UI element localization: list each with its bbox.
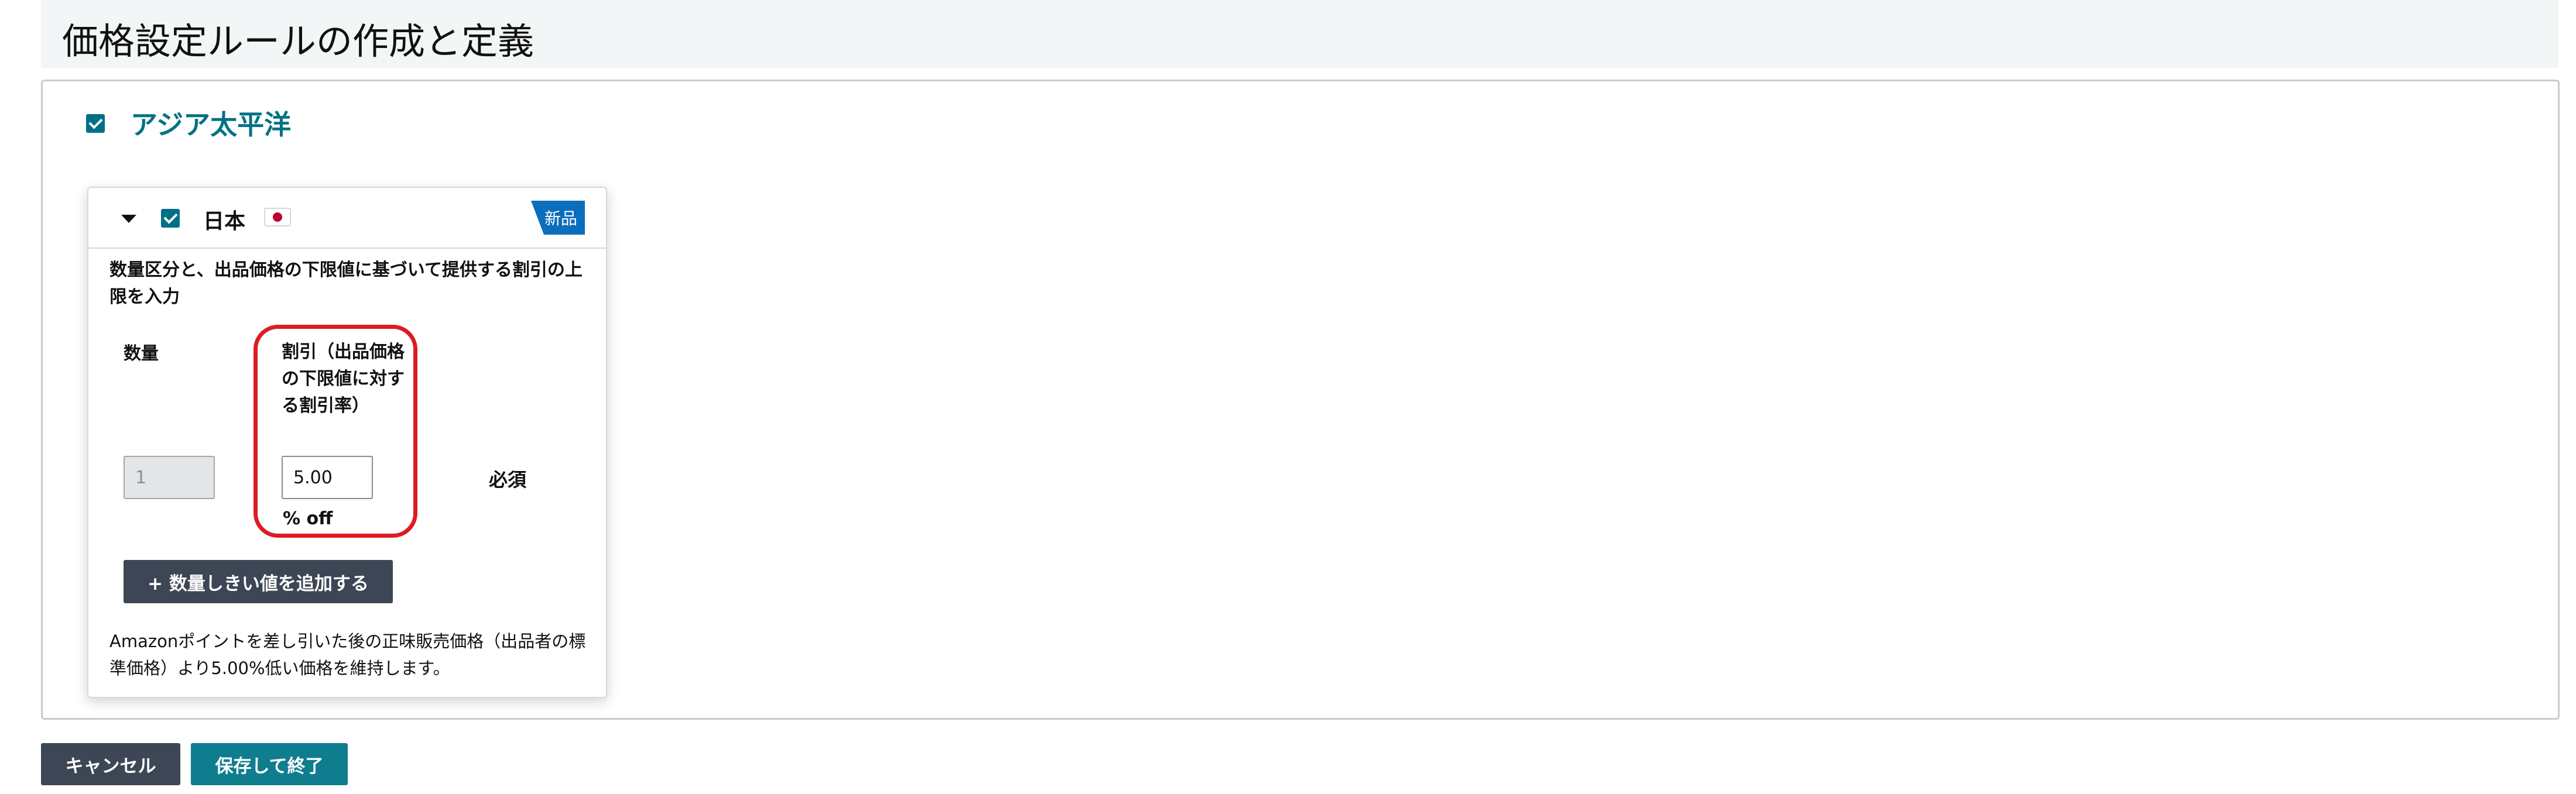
country-card-header: 日本 新品: [88, 188, 606, 249]
pricing-rule-panel: アジア太平洋 日本 新品 数量区分と、出品価格の下限値に基づいて提供する割引の上…: [41, 80, 2560, 720]
save-and-finish-button[interactable]: 保存して終了: [191, 743, 348, 785]
country-card-japan: 日本 新品 数量区分と、出品価格の下限値に基づいて提供する割引の上限を入力 数量…: [87, 187, 607, 698]
required-label: 必須: [489, 469, 527, 491]
percent-off-label: % off: [283, 508, 333, 529]
cancel-button[interactable]: キャンセル: [41, 743, 180, 785]
region-checkbox[interactable]: [86, 114, 105, 133]
caret-down-icon[interactable]: [121, 215, 136, 223]
discount-input[interactable]: [282, 456, 373, 499]
quantity-input: [124, 456, 215, 499]
discount-instructions: 数量区分と、出品価格の下限値に基づいて提供する割引の上限を入力: [109, 260, 583, 307]
condition-badge: 新品: [531, 201, 585, 235]
region-label[interactable]: アジア太平洋: [131, 104, 291, 142]
page-header: 価格設定ルールの作成と定義: [41, 0, 2558, 68]
quantity-column-header: 数量: [124, 343, 159, 364]
add-quantity-threshold-button[interactable]: + 数量しきい値を追加する: [124, 560, 393, 603]
page-title: 価格設定ルールの作成と定義: [62, 20, 535, 63]
country-name: 日本: [203, 209, 246, 233]
price-summary-note: Amazonポイントを差し引いた後の正味販売価格（出品者の標準価格）より5.00…: [109, 631, 586, 678]
discount-column-header: 割引（出品価格の下限値に対する割引率）: [282, 342, 405, 416]
country-checkbox[interactable]: [161, 209, 180, 228]
japan-flag-icon: [264, 208, 291, 226]
